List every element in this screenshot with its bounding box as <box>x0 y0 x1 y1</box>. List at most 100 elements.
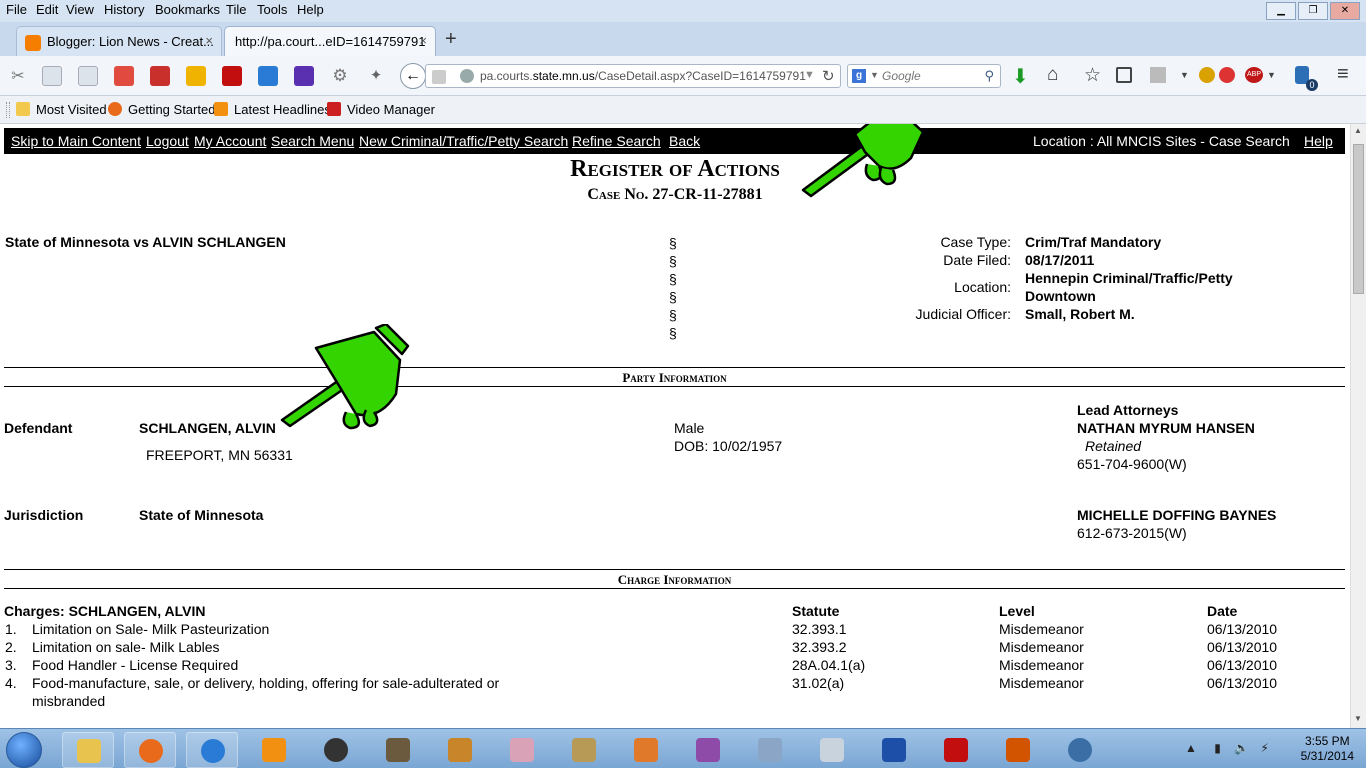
copy-icon[interactable] <box>42 66 62 86</box>
taskbar-gallery[interactable] <box>620 732 672 768</box>
search-icon[interactable]: ⚲ <box>984 68 994 84</box>
paste-icon[interactable] <box>78 66 98 86</box>
menu-help[interactable]: Help <box>297 2 324 17</box>
menu-file[interactable]: File <box>6 2 27 17</box>
addon-red-icon[interactable] <box>1219 67 1235 83</box>
scrollbar-thumb[interactable] <box>1353 144 1364 294</box>
search-placeholder: Google <box>882 69 921 83</box>
menu-history[interactable]: History <box>104 2 144 17</box>
grid-dropdown-icon[interactable]: ▼ <box>1180 70 1189 80</box>
blogger-icon <box>25 35 41 51</box>
menu-view[interactable]: View <box>66 2 94 17</box>
jurisdiction-role: Jurisdiction <box>4 507 84 523</box>
taskbar-books[interactable] <box>558 732 610 768</box>
charge-num: 1. <box>5 621 17 637</box>
start-button[interactable] <box>6 732 42 768</box>
jurisdiction-attorney-phone: 612-673-2015(W) <box>1077 525 1187 541</box>
picasa-icon[interactable] <box>186 66 206 86</box>
search-bar[interactable]: g ▼ Google ⚲ <box>847 64 1001 88</box>
dropdown-arrow-icon[interactable]: ▼ <box>804 69 815 81</box>
taskbar-paint[interactable] <box>992 732 1044 768</box>
refine-search-link[interactable]: Refine Search <box>572 133 661 149</box>
clock[interactable]: 3:55 PM 5/31/2014 <box>1301 734 1354 764</box>
menu-bookmarks[interactable]: Bookmarks <box>155 2 220 17</box>
tools-icon[interactable]: ✦ <box>366 66 386 86</box>
scroll-up-icon[interactable]: ▲ <box>1354 126 1362 135</box>
taskbar-malwarebytes[interactable] <box>868 732 920 768</box>
maximize-button[interactable]: ❐ <box>1298 2 1328 20</box>
taskbar-tool[interactable] <box>434 732 486 768</box>
youtube-icon[interactable] <box>150 66 170 86</box>
bookmark-video-manager[interactable]: Video Manager <box>327 102 435 117</box>
reload-icon[interactable]: ↻ <box>822 67 835 85</box>
adblock-icon[interactable]: ABP <box>1245 67 1263 83</box>
bookmark-star-icon[interactable]: ☆ <box>1084 64 1101 87</box>
adblock-dropdown-icon[interactable]: ▼ <box>1267 70 1276 80</box>
app-icon[interactable] <box>294 66 314 86</box>
grid-icon[interactable] <box>1150 67 1166 83</box>
taskbar-scissors[interactable] <box>496 732 548 768</box>
charge-num: 3. <box>5 657 17 673</box>
top-navigation-bar: Skip to Main Content Logout My Account S… <box>4 128 1345 154</box>
menu-bar: File Edit View History Bookmarks Tile To… <box>0 0 1366 22</box>
taskbar-app[interactable] <box>186 732 238 768</box>
addon-icon[interactable] <box>1199 67 1215 83</box>
url-bar[interactable]: pa.courts.state.mn.us/CaseDetail.aspx?Ca… <box>425 64 841 88</box>
back-button[interactable]: ← <box>400 63 426 89</box>
taskbar-office[interactable] <box>682 732 734 768</box>
close-tab-icon[interactable]: × <box>205 33 213 48</box>
gallery-icon <box>634 738 658 762</box>
charge-statute: 32.393.2 <box>792 639 847 655</box>
download-icon[interactable]: ⬇ <box>1012 64 1029 89</box>
home-icon[interactable]: ⌂ <box>1047 64 1058 86</box>
scroll-down-icon[interactable]: ▼ <box>1354 714 1362 723</box>
close-tab-icon[interactable]: × <box>419 33 427 48</box>
taskbar-gimp[interactable] <box>372 732 424 768</box>
cut-icon[interactable]: ✂ <box>8 66 28 86</box>
reading-list-icon[interactable] <box>1116 67 1132 83</box>
hamburger-menu-icon[interactable]: ≡ <box>1337 63 1349 86</box>
bookmark-most-visited[interactable]: Most Visited <box>16 102 107 117</box>
search-menu-link[interactable]: Search Menu <box>271 133 354 149</box>
media-icon <box>262 738 286 762</box>
vertical-scrollbar[interactable]: ▲ ▼ <box>1350 124 1366 728</box>
judicial-officer-value: Small, Robert M. <box>1025 306 1135 322</box>
new-tab-button[interactable]: + <box>445 28 457 51</box>
charge-date: 06/13/2010 <box>1207 675 1278 691</box>
taskbar-explorer[interactable] <box>62 732 114 768</box>
taskbar-media[interactable] <box>248 732 300 768</box>
gear-icon[interactable]: ⚙ <box>330 66 350 86</box>
help-link[interactable]: Help <box>1304 133 1333 149</box>
taskbar-calculator[interactable] <box>806 732 858 768</box>
logout-link[interactable]: Logout <box>146 133 189 149</box>
menu-tools[interactable]: Tools <box>257 2 287 17</box>
power-icon[interactable]: ⚡ <box>1260 741 1268 755</box>
close-window-button[interactable]: ✕ <box>1330 2 1360 20</box>
gmail-icon[interactable] <box>114 66 134 86</box>
taskbar-hp[interactable] <box>310 732 362 768</box>
engine-dropdown-icon[interactable]: ▼ <box>870 70 879 80</box>
camera-icon[interactable] <box>258 66 278 86</box>
volume-icon[interactable]: 🔈 <box>1234 741 1249 755</box>
taskbar-acrobat[interactable] <box>930 732 982 768</box>
taskbar-firefox[interactable] <box>124 732 176 768</box>
google-icon[interactable]: g <box>852 69 866 83</box>
tab-court-case[interactable]: http://pa.court...eID=1614759791 × <box>224 26 436 56</box>
new-search-link[interactable]: New Criminal/Traffic/Petty Search <box>359 133 568 149</box>
acrobat-icon[interactable] <box>222 66 242 86</box>
skip-to-main-content-link[interactable]: Skip to Main Content <box>11 133 141 149</box>
bookmark-getting-started[interactable]: Getting Started <box>108 102 215 117</box>
menu-tile[interactable]: Tile <box>226 2 246 17</box>
taskbar-network[interactable] <box>1054 732 1106 768</box>
tab-blogger[interactable]: Blogger: Lion News - Creat... × <box>16 26 222 56</box>
back-link[interactable]: Back <box>669 133 700 149</box>
bookmark-latest-headlines[interactable]: Latest Headlines <box>214 102 331 117</box>
menu-edit[interactable]: Edit <box>36 2 58 17</box>
firefox-icon <box>108 102 122 116</box>
my-account-link[interactable]: My Account <box>194 133 266 149</box>
tray-expand-icon[interactable]: ▲ <box>1185 741 1197 755</box>
minimize-button[interactable]: ▁ <box>1266 2 1296 20</box>
signal-icon[interactable]: ▮ <box>1214 741 1221 755</box>
taskbar-scanner[interactable] <box>744 732 796 768</box>
charge-date: 06/13/2010 <box>1207 621 1278 637</box>
